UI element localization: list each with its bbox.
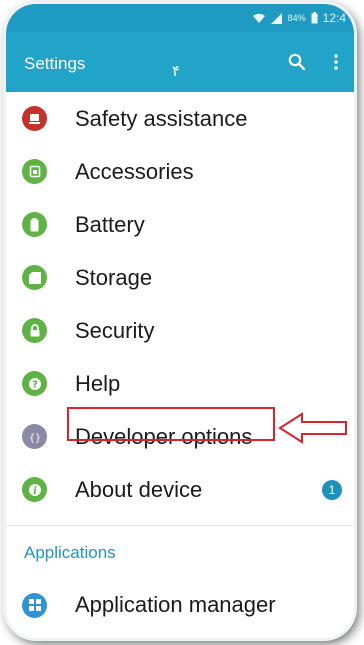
settings-item-label: Application manager (75, 592, 276, 617)
settings-item-help[interactable]: ? Help (6, 357, 354, 410)
lock-icon (22, 318, 47, 343)
settings-item-security[interactable]: Security (6, 304, 354, 357)
code-braces-icon: {} (22, 424, 47, 449)
highlight-box (67, 407, 275, 441)
settings-item-application-manager[interactable]: Application manager (6, 580, 354, 630)
battery-status-icon (311, 12, 318, 24)
app-bar: Settings ۴ (6, 32, 354, 92)
settings-item-label: Storage (75, 264, 153, 290)
settings-item-safety-assistance[interactable]: Safety assistance (6, 92, 354, 145)
svg-text:i: i (33, 486, 37, 497)
settings-list: Safety assistance Accessories Battery St… (6, 92, 354, 516)
settings-item-accessories[interactable]: Accessories (6, 145, 354, 198)
wifi-icon (252, 13, 265, 23)
pointer-arrow-icon (278, 412, 347, 444)
settings-item-label: Battery (75, 211, 145, 237)
search-button[interactable] (284, 49, 310, 75)
settings-item-label: Security (75, 317, 155, 343)
status-time: 12:4 (322, 11, 346, 25)
settings-item-label: Safety assistance (75, 105, 248, 131)
settings-item-about-device[interactable]: i About device 1 (6, 463, 354, 516)
safety-icon (22, 106, 47, 131)
battery-percent: 84% (287, 13, 306, 23)
section-header-applications: Applications (24, 543, 116, 562)
notification-badge: 1 (322, 479, 342, 500)
settings-item-developer-options[interactable]: {} Developer options (6, 407, 354, 463)
more-options-button[interactable] (326, 49, 346, 75)
signal-icon (270, 12, 282, 24)
settings-item-label: Help (75, 370, 121, 396)
step-marker: ۴ (172, 62, 181, 80)
info-icon: i (22, 477, 47, 502)
battery-icon (22, 212, 47, 237)
grid-icon (22, 592, 47, 618)
status-bar: 84% 12:4 (6, 4, 354, 32)
settings-item-battery[interactable]: Battery (6, 198, 354, 251)
svg-text:{}: {} (28, 433, 40, 443)
settings-item-storage[interactable]: Storage (6, 251, 354, 304)
svg-text:?: ? (32, 379, 38, 390)
page-title: Settings (24, 54, 86, 73)
accessories-icon (22, 159, 47, 184)
settings-item-label: Accessories (75, 158, 194, 184)
help-icon: ? (22, 371, 47, 396)
storage-icon (22, 265, 47, 290)
section-divider (6, 525, 354, 526)
phone-screen: 84% 12:4 Settings ۴ Safety assistance Ac… (6, 4, 354, 638)
search-icon (288, 53, 306, 71)
more-vert-icon (334, 54, 338, 70)
settings-item-label: About device (75, 476, 203, 502)
